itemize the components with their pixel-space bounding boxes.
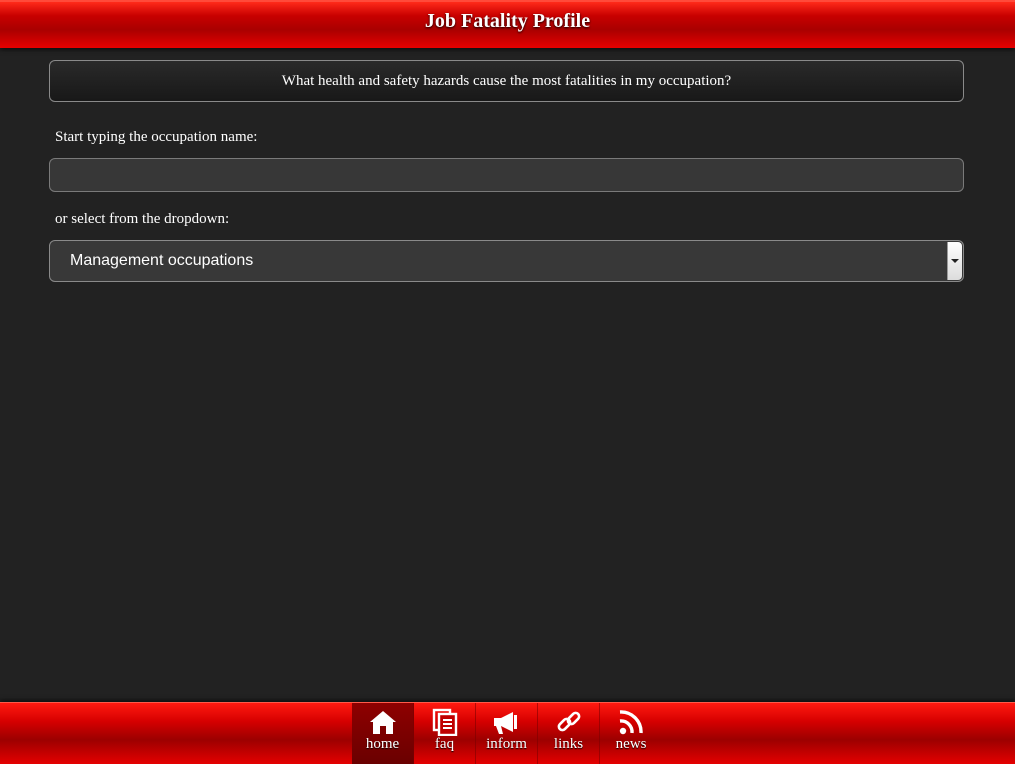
megaphone-icon xyxy=(493,712,517,734)
nav-item-home[interactable]: home xyxy=(352,703,414,764)
header-bar: Job Fatality Profile xyxy=(0,0,1015,48)
occupation-search-label: Start typing the occupation name: xyxy=(55,129,258,145)
nav-item-faq[interactable]: faq xyxy=(414,703,476,764)
nav-item-links[interactable]: links xyxy=(538,703,600,764)
nav-item-inform[interactable]: inform xyxy=(476,703,538,764)
nav-label-inform: inform xyxy=(486,736,527,752)
nav-bar: home faq inform links news xyxy=(352,703,662,764)
occupation-dropdown-label: or select from the dropdown: xyxy=(55,211,230,227)
rss-icon xyxy=(619,710,643,735)
faq-icon xyxy=(432,708,457,736)
question-banner: What health and safety hazards cause the… xyxy=(49,60,964,102)
nav-label-news: news xyxy=(615,736,647,752)
nav-item-news[interactable]: news xyxy=(600,703,662,764)
home-icon xyxy=(369,711,396,734)
chevron-down-icon[interactable] xyxy=(947,242,962,280)
nav-label-faq: faq xyxy=(434,736,455,752)
occupation-dropdown-value: Management occupations xyxy=(70,252,254,269)
page: Job Fatality Profile What health and saf… xyxy=(0,0,1015,764)
nav-label-home: home xyxy=(365,736,400,752)
page-title: Job Fatality Profile xyxy=(424,10,591,32)
occupation-search-input[interactable] xyxy=(49,158,964,192)
footer-navbar: home faq inform links news xyxy=(0,702,1015,764)
occupation-dropdown[interactable]: Management occupations xyxy=(49,240,964,282)
link-icon xyxy=(557,711,580,732)
nav-label-links: links xyxy=(553,736,584,752)
